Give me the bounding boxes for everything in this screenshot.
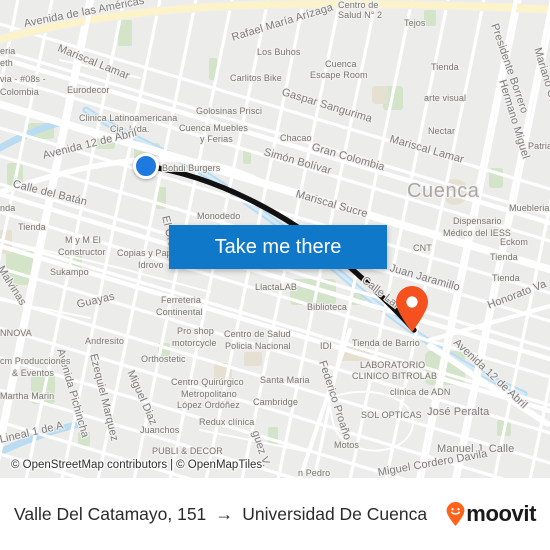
origin-dot-icon[interactable] [133,153,159,179]
destination-label: Universidad De Cuenca [242,503,428,524]
map-canvas[interactable]: Avenida de las Américas Mariscal Lamar Raf… [0,0,550,478]
origin-label: Valle Del Catamayo, 151 [14,503,207,524]
footer-bar: Valle Del Catamayo, 151 → Universidad De… [0,478,550,550]
map-pin-icon[interactable] [395,286,429,332]
take-me-there-button[interactable]: Take me there [169,225,387,269]
arrow-right-icon: → [215,503,234,524]
attribution-openmaptiles[interactable]: © OpenMapTiles [176,459,262,471]
route-summary: Valle Del Catamayo, 151 → Universidad De… [14,504,427,525]
moovit-route-map-screenshot: Avenida de las Américas Mariscal Lamar Raf… [0,0,550,550]
moovit-wordmark: moovit [466,501,536,526]
moovit-logo[interactable]: moovit [446,501,536,527]
attribution-separator: | [170,459,174,471]
moovit-smiley-pin-icon [446,502,465,526]
map-attribution: © OpenStreetMap contributors | © OpenMapTi… [0,459,550,471]
attribution-osm[interactable]: © OpenStreetMap contributors [11,459,167,471]
